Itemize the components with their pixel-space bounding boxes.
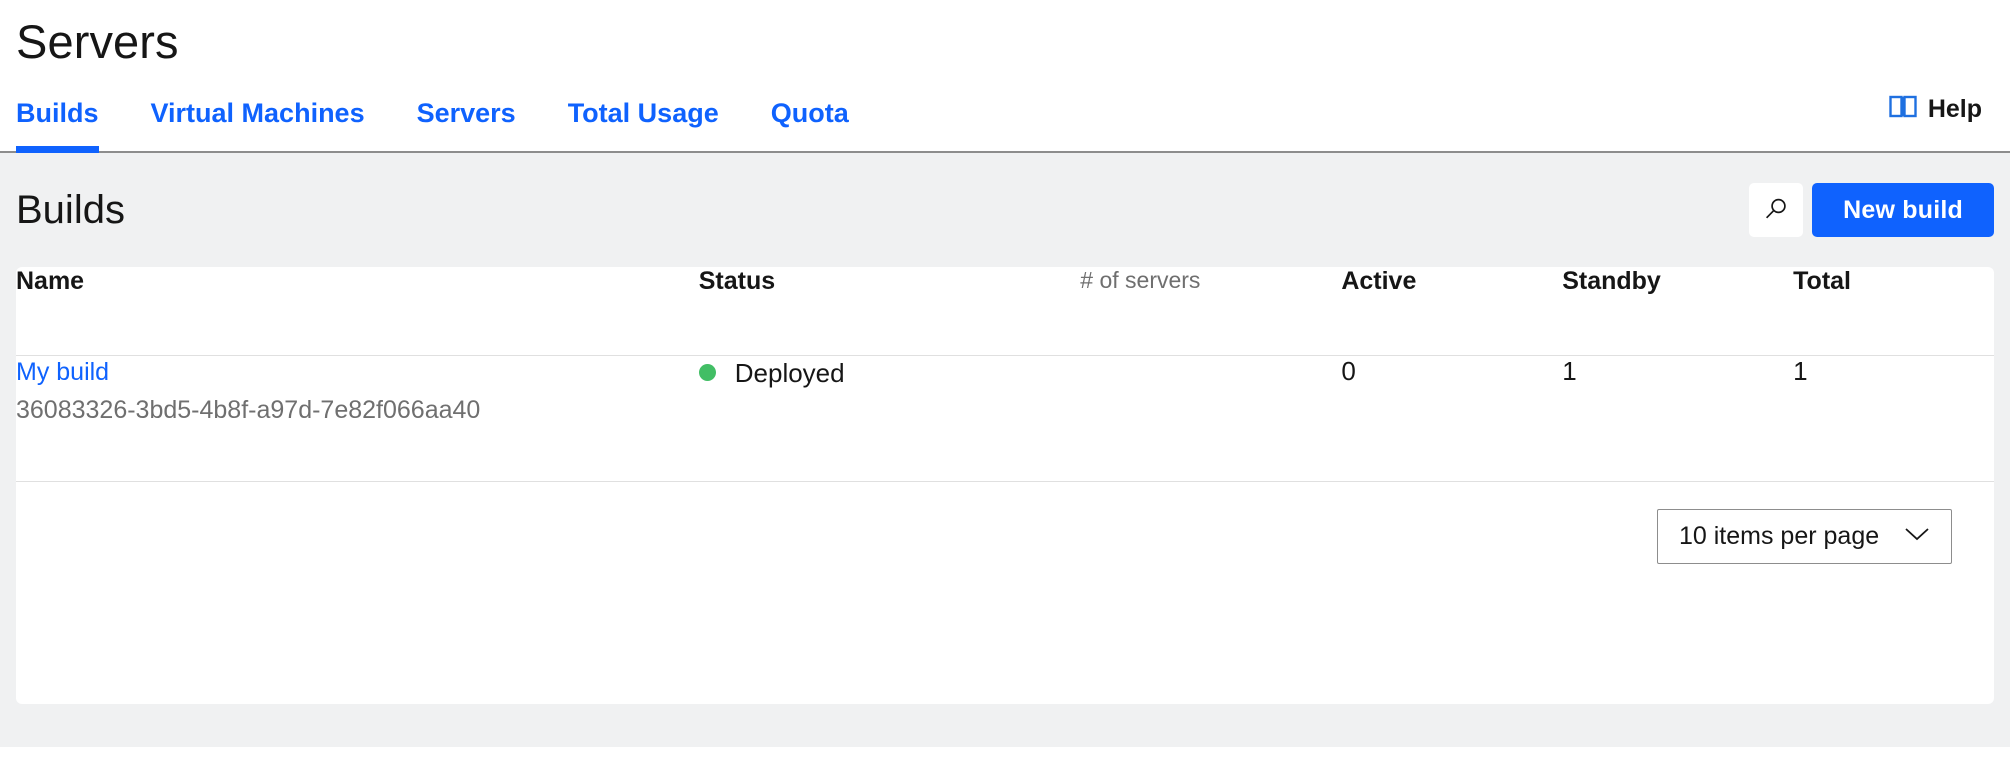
status-dot-icon <box>698 364 716 382</box>
page-size-select[interactable]: 10 items per page <box>1657 508 1952 564</box>
tab-list: Builds Virtual Machines Servers Total Us… <box>16 70 875 154</box>
chevron-down-icon <box>1904 526 1930 547</box>
table-head: Name Status # of servers Active Standby … <box>16 267 1994 356</box>
build-name-link[interactable]: My build <box>16 356 699 390</box>
table-row: My build 36083326-3bd5-4b8f-a97d-7e82f06… <box>16 355 1994 482</box>
section-title: Builds <box>16 188 125 233</box>
new-build-button[interactable]: New build <box>1812 183 1994 238</box>
build-uuid: 36083326-3bd5-4b8f-a97d-7e82f066aa40 <box>16 395 481 424</box>
search-icon <box>1762 195 1790 226</box>
content-area: Builds New build Name Status # of server… <box>0 153 2010 748</box>
tab-virtual-machines-label: Virtual Machines <box>150 98 365 129</box>
section-actions: New build <box>1749 183 1994 238</box>
table-header-row: Name Status # of servers Active Standby … <box>16 267 1994 356</box>
page-title: Servers <box>16 15 179 68</box>
page-header: Servers <box>0 0 2010 71</box>
tab-total-usage[interactable]: Total Usage <box>542 100 745 151</box>
tab-servers[interactable]: Servers <box>391 100 542 151</box>
pagination-bar: 10 items per page <box>16 482 1994 564</box>
page-size-label: 10 items per page <box>1679 521 1880 550</box>
tab-servers-label: Servers <box>416 98 516 129</box>
cell-total: 1 <box>1793 355 1994 482</box>
tab-bar: Builds Virtual Machines Servers Total Us… <box>0 70 2010 154</box>
tab-virtual-machines[interactable]: Virtual Machines <box>125 100 391 151</box>
builds-table-card: Name Status # of servers Active Standby … <box>16 267 1994 705</box>
book-icon <box>1889 94 1917 125</box>
cell-standby: 1 <box>1562 355 1794 482</box>
column-header-standby[interactable]: Standby <box>1562 267 1794 356</box>
cell-servers-spacer <box>1080 355 1342 482</box>
cell-active: 0 <box>1341 355 1563 482</box>
cell-name: My build 36083326-3bd5-4b8f-a97d-7e82f06… <box>16 355 699 482</box>
tab-builds[interactable]: Builds <box>16 98 125 154</box>
column-header-servers-group: # of servers <box>1080 267 1342 356</box>
status-label: Deployed <box>734 357 845 388</box>
status-badge: Deployed <box>698 356 1081 388</box>
table-body: My build 36083326-3bd5-4b8f-a97d-7e82f06… <box>16 355 1994 482</box>
cell-status: Deployed <box>698 355 1081 482</box>
tab-builds-label: Builds <box>16 98 99 129</box>
tab-total-usage-label: Total Usage <box>567 98 719 129</box>
column-header-active[interactable]: Active <box>1341 267 1563 356</box>
section-header: Builds New build <box>16 153 1994 267</box>
column-header-total[interactable]: Total <box>1793 267 1994 356</box>
help-label: Help <box>1927 95 1982 124</box>
help-link[interactable]: Help <box>1889 94 2010 151</box>
column-header-status[interactable]: Status <box>698 267 1081 356</box>
tab-quota-label: Quota <box>770 98 849 129</box>
column-header-name[interactable]: Name <box>16 267 699 356</box>
search-button[interactable] <box>1749 183 1804 238</box>
tab-quota[interactable]: Quota <box>745 100 875 151</box>
builds-table: Name Status # of servers Active Standby … <box>16 267 1994 482</box>
